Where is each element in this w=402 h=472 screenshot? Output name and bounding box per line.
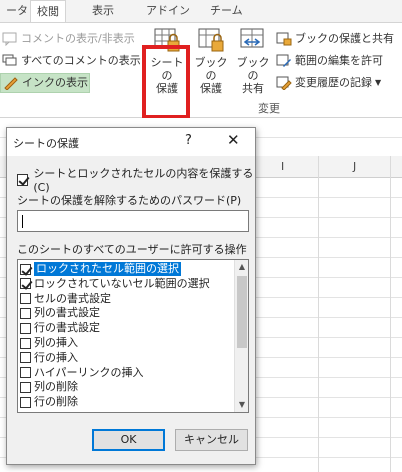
operation-label: 行の書式設定	[34, 321, 100, 335]
operation-checkbox[interactable]	[20, 322, 31, 334]
dropdown-arrow-icon[interactable]: ▼	[375, 73, 381, 93]
dialog-title: シートの保護	[13, 137, 79, 150]
operation-checkbox[interactable]	[20, 307, 31, 319]
help-button[interactable]: ?	[185, 133, 192, 148]
operation-option[interactable]: 列の挿入	[20, 336, 234, 350]
operation-label: 列の書式設定	[34, 306, 100, 320]
ribbon-tab-bar: ータ 校閲 表示 アドイン チーム	[0, 0, 402, 23]
share-book-button[interactable]: ブックの 共有	[232, 27, 274, 95]
password-input[interactable]	[17, 210, 249, 232]
operation-option[interactable]: 行の挿入	[20, 351, 234, 365]
operation-label: セルの書式設定	[34, 291, 111, 305]
protect-book-button[interactable]: ブックの 保護	[190, 27, 232, 95]
protect-sheet-highlight	[142, 45, 190, 119]
comment-icon	[2, 32, 17, 46]
show-hide-comment-button[interactable]: コメントの表示/非表示	[2, 29, 135, 49]
operation-checkbox[interactable]	[20, 263, 31, 275]
column-divider	[318, 156, 319, 472]
tab-data[interactable]: ータ	[0, 0, 34, 22]
tab-view[interactable]: 表示	[86, 0, 120, 22]
close-button[interactable]: ✕	[227, 131, 240, 149]
protect-sheet-checkbox-row[interactable]: シートとロックされたセルの内容を保護する(C)	[17, 165, 255, 194]
protect-sheet-checkbox[interactable]	[17, 173, 29, 186]
operation-label: 行の挿入	[34, 350, 78, 364]
scroll-thumb[interactable]	[237, 276, 247, 348]
protect-share-book-button[interactable]: ブックの保護と共有	[276, 29, 394, 49]
operation-label: 列の削除	[34, 380, 78, 394]
operation-checkbox[interactable]	[20, 293, 31, 305]
protect-share-label: ブックの保護と共有	[295, 32, 394, 45]
protect-share-icon	[276, 32, 292, 46]
share-book-label-1: ブックの	[236, 56, 270, 82]
tab-review[interactable]: 校閲	[30, 0, 66, 23]
ok-button[interactable]: OK	[92, 429, 165, 451]
list-scrollbar[interactable]: ▲ ▼	[234, 260, 248, 412]
operation-option[interactable]: 列の削除	[20, 380, 234, 394]
dialog-title-bar[interactable]: シートの保護 ? ✕	[7, 128, 255, 156]
operation-option[interactable]: ロックされていないセル範囲の選択	[20, 277, 234, 291]
show-all-comments-button[interactable]: すべてのコメントの表示	[2, 51, 141, 71]
scroll-down-icon[interactable]: ▼	[235, 398, 248, 412]
comments-icon	[2, 54, 17, 66]
tab-addins[interactable]: アドイン	[140, 0, 196, 22]
share-book-label-2: 共有	[242, 82, 264, 95]
book-lock-icon	[197, 27, 225, 53]
edit-ranges-icon	[276, 54, 291, 67]
protect-book-label-1: ブックの	[194, 56, 228, 82]
operation-label: ロックされていないセル範囲の選択	[34, 276, 210, 290]
scroll-up-icon[interactable]: ▲	[235, 260, 248, 274]
allow-edit-ranges-button[interactable]: 範囲の編集を許可	[276, 51, 383, 71]
column-header-i[interactable]: I	[281, 160, 284, 173]
password-label: シートの保護を解除するためのパスワード(P)	[17, 194, 242, 207]
operation-option[interactable]: 行の削除	[20, 395, 234, 409]
ribbon-panel: コメントの表示/非表示 すべてのコメントの表示 インクの表示 シートの 保護 ブ…	[0, 22, 402, 119]
column-header-j[interactable]: J	[353, 160, 356, 173]
operation-label: ハイパーリンクの挿入	[34, 365, 144, 379]
share-book-icon	[239, 27, 267, 53]
operation-label: 列の挿入	[34, 336, 78, 349]
allow-edit-ranges-label: 範囲の編集を許可	[295, 54, 383, 67]
operation-checkbox[interactable]	[20, 367, 31, 379]
ink-icon	[4, 77, 18, 90]
protect-sheet-dialog: シートの保護 ? ✕ シートとロックされたセルの内容を保護する(C) シートの保…	[6, 127, 256, 465]
show-hide-comment-label: コメントの表示/非表示	[21, 32, 135, 45]
operation-checkbox[interactable]	[20, 278, 31, 290]
operation-option[interactable]: 行の書式設定	[20, 321, 234, 335]
track-changes-icon	[276, 76, 292, 90]
operation-option[interactable]: ハイパーリンクの挿入	[20, 366, 234, 380]
track-changes-button[interactable]: 変更履歴の記録 ▼	[276, 73, 381, 93]
show-all-comments-label: すべてのコメントの表示	[21, 54, 141, 67]
allowed-operations-list[interactable]: ロックされたセル範囲の選択 ロックされていないセル範囲の選択 セルの書式設定 列の書式…	[17, 259, 249, 413]
column-divider	[390, 156, 391, 472]
track-changes-label: 変更履歴の記録	[295, 76, 372, 89]
text-caret	[22, 215, 23, 228]
protect-sheet-checkbox-label: シートとロックされたセルの内容を保護する(C)	[33, 167, 254, 194]
changes-group-label: 変更	[258, 102, 280, 115]
operation-checkbox[interactable]	[20, 352, 31, 364]
cancel-button[interactable]: キャンセル	[175, 429, 248, 451]
tab-team[interactable]: チーム	[204, 0, 249, 22]
operation-checkbox[interactable]	[20, 396, 31, 408]
operation-option[interactable]: 列の書式設定	[20, 306, 234, 320]
show-ink-label: インクの表示	[22, 76, 88, 89]
operation-option[interactable]: ロックされたセル範囲の選択	[20, 262, 234, 276]
operation-checkbox[interactable]	[20, 337, 31, 349]
operation-label: 行の削除	[34, 395, 78, 409]
operation-checkbox[interactable]	[20, 381, 31, 393]
operation-label: ロックされたセル範囲の選択	[34, 262, 181, 276]
show-ink-button[interactable]: インクの表示	[0, 73, 90, 93]
protect-book-label-2: 保護	[200, 82, 222, 95]
operation-option[interactable]: セルの書式設定	[20, 292, 234, 306]
